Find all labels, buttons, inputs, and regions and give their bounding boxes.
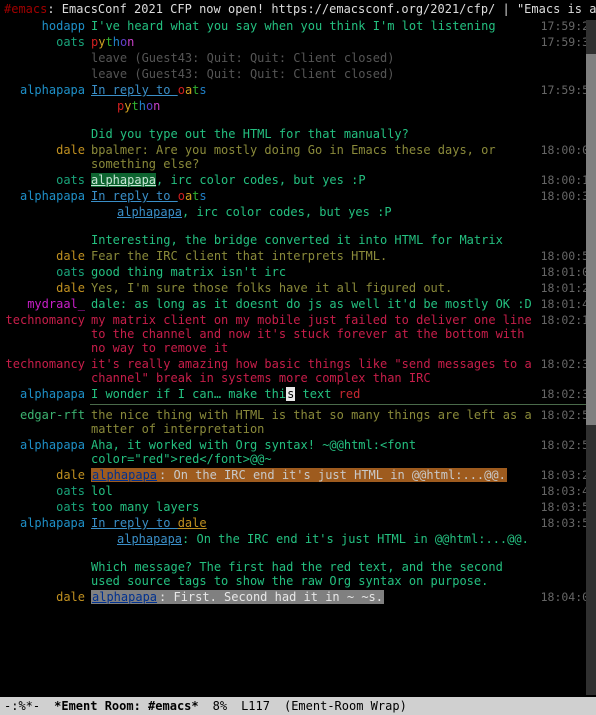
message-row: oatslol18:03:46 (0, 483, 596, 499)
modeline-percent: 8% (213, 699, 227, 713)
message-row: daleFear the IRC client that interprets … (0, 248, 596, 264)
nick: alphapapa (0, 189, 91, 203)
message-body: Yes, I'm sure those folks have it all fi… (91, 281, 536, 295)
message-row: mydraal_dale: as long as it doesnt do js… (0, 296, 596, 312)
reply-link[interactable]: In reply to dale (91, 516, 207, 530)
message-body: leave (Guest43: Quit: Quit: Client close… (91, 67, 536, 81)
message-row: leave (Guest43: Quit: Quit: Client close… (0, 50, 596, 66)
nick: alphapapa (0, 83, 91, 97)
separator (90, 404, 596, 405)
message-body: In reply to dale (91, 516, 536, 530)
message-row: alphapapaAha, it worked with Org syntax!… (0, 437, 596, 467)
nick: mydraal_ (0, 297, 91, 311)
message-body: bpalmer: Are you mostly doing Go in Emac… (91, 143, 536, 171)
message-row: Which message? The first had the red tex… (0, 559, 596, 589)
message-row: technomancyit's really amazing how basic… (0, 356, 596, 386)
nick: oats (0, 500, 91, 514)
message-row: alphapapaIn reply to dale18:03:59 (0, 515, 596, 531)
scroll-thumb[interactable] (586, 54, 596, 425)
nick: dale (0, 590, 91, 604)
title-bar: #emacs: EmacsConf 2021 CFP now open! htt… (0, 0, 596, 18)
message-body: lol (91, 484, 536, 498)
message-row: alphapapa, irc color codes, but yes :P (0, 204, 596, 220)
message-row: Did you type out the HTML for that manua… (0, 126, 596, 142)
message-body: leave (Guest43: Quit: Quit: Client close… (91, 51, 536, 65)
scrollbar[interactable] (586, 20, 596, 695)
nick: edgar-rft (0, 408, 91, 422)
nick: alphapapa (0, 387, 91, 401)
message-body: alphapapa, irc color codes, but yes :P (91, 173, 536, 187)
message-list[interactable]: hodappI've heard what you say when you t… (0, 18, 596, 605)
reply-link[interactable]: In reply to oats (91, 189, 207, 203)
channel-name: #emacs (4, 2, 47, 16)
message-body: good thing matrix isn't irc (91, 265, 536, 279)
message-body: In reply to oats (91, 189, 536, 203)
message-body: Interesting, the bridge converted it int… (91, 233, 536, 247)
emacs-window: #emacs: EmacsConf 2021 CFP now open! htt… (0, 0, 596, 715)
nick: oats (0, 484, 91, 498)
message-body: Which message? The first had the red tex… (91, 560, 536, 588)
message-row: oatsalphapapa, irc color codes, but yes … (0, 172, 596, 188)
reply-link[interactable]: In reply to oats (91, 83, 207, 97)
mode-line: -:%*- *Ement Room: #emacs* 8% L117 (Emen… (0, 697, 596, 715)
message-body: dale: as long as it doesnt do js as well… (91, 297, 536, 311)
message-body: Did you type out the HTML for that manua… (91, 127, 536, 141)
nick: alphapapa (0, 516, 91, 530)
nick: hodapp (0, 19, 91, 33)
text-cursor: s (286, 387, 295, 401)
modeline-mode: (Ement-Room Wrap) (284, 699, 407, 713)
message-row: python (0, 98, 596, 114)
message-row: leave (Guest43: Quit: Quit: Client close… (0, 66, 596, 82)
modeline-line: L117 (241, 699, 270, 713)
message-row: dalealphapapa: First. Second had it in ~… (0, 589, 596, 605)
message-row: Interesting, the bridge converted it int… (0, 232, 596, 248)
message-body: I've heard what you say when you think I… (91, 19, 536, 33)
message-row: hodappI've heard what you say when you t… (0, 18, 596, 34)
message-body: python (91, 35, 536, 49)
nick: dale (0, 143, 91, 157)
message-body: it's really amazing how basic things lik… (91, 357, 536, 385)
message-body: alphapapa: First. Second had it in ~ ~s. (91, 590, 536, 604)
message-row: oatspython17:59:31 (0, 34, 596, 50)
message-body: I wonder if I can… make this text red (91, 387, 536, 401)
nick: technomancy (0, 357, 91, 371)
mention-highlight[interactable]: alphapapa (91, 173, 156, 187)
message-row: dalebpalmer: Are you mostly doing Go in … (0, 142, 596, 172)
modeline-left: -:%*- (4, 699, 40, 713)
mention-link[interactable]: alphapapa (117, 205, 182, 219)
modeline-buffer: *Ement Room: #emacs* (54, 699, 199, 713)
nick: dale (0, 468, 91, 482)
message-body: Aha, it worked with Org syntax! ~@@html:… (91, 438, 536, 466)
message-row: alphapapaI wonder if I can… make this te… (0, 386, 596, 402)
message-row: alphapapaIn reply to oats17:59:58 (0, 82, 596, 98)
message-row: technomancymy matrix client on my mobile… (0, 312, 596, 356)
message-body: python (91, 99, 536, 113)
mention-link[interactable]: alphapapa (117, 532, 182, 546)
nick: technomancy (0, 313, 91, 327)
message-row: dalealphapapa: On the IRC end it's just … (0, 467, 596, 483)
message-row: edgar-rftthe nice thing with HTML is tha… (0, 407, 596, 437)
message-row: alphapapa: On the IRC end it's just HTML… (0, 531, 596, 547)
message-body: In reply to oats (91, 83, 536, 97)
message-body: alphapapa: On the IRC end it's just HTML… (91, 532, 536, 546)
topic-text: : EmacsConf 2021 CFP now open! https://e… (47, 2, 596, 16)
mention-highlight[interactable]: alphapapa (91, 468, 158, 482)
nick: alphapapa (0, 438, 91, 452)
nick: dale (0, 281, 91, 295)
message-row: daleYes, I'm sure those folks have it al… (0, 280, 596, 296)
message-row: alphapapaIn reply to oats18:00:35 (0, 188, 596, 204)
message-body: too many layers (91, 500, 536, 514)
nick: oats (0, 173, 91, 187)
message-row: oatstoo many layers18:03:52 (0, 499, 596, 515)
mention-highlight[interactable]: alphapapa (91, 590, 158, 604)
message-body: my matrix client on my mobile just faile… (91, 313, 536, 355)
message-body: alphapapa, irc color codes, but yes :P (91, 205, 536, 219)
nick: dale (0, 249, 91, 263)
message-body: the nice thing with HTML is that so many… (91, 408, 536, 436)
message-body: Fear the IRC client that interprets HTML… (91, 249, 536, 263)
message-body: alphapapa: On the IRC end it's just HTML… (91, 468, 536, 482)
nick: oats (0, 35, 91, 49)
message-row: oatsgood thing matrix isn't irc18:01:05 (0, 264, 596, 280)
nick: oats (0, 265, 91, 279)
